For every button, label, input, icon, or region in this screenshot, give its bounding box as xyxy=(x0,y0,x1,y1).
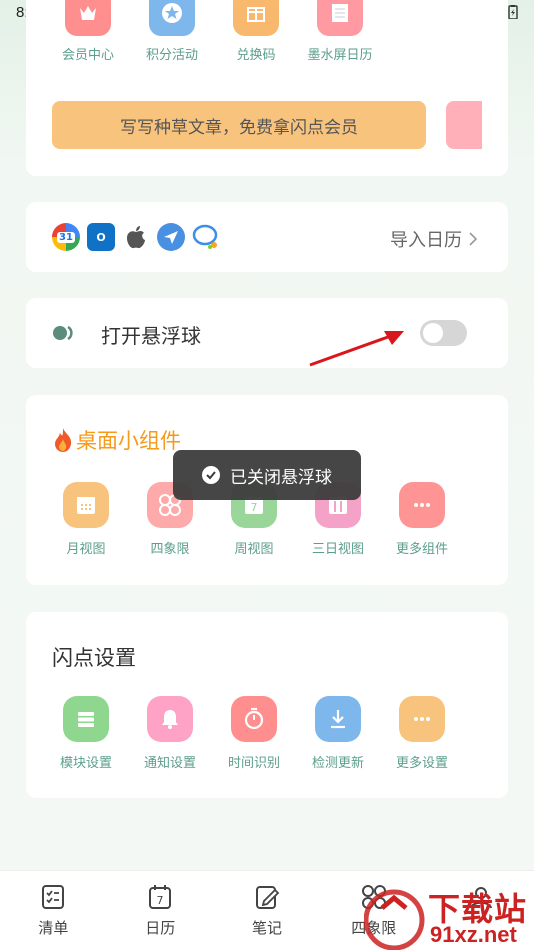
chat-icon xyxy=(192,223,220,251)
points-activity-label: 积分活动 xyxy=(145,48,198,63)
widgets-title: 桌面小组件 xyxy=(52,425,181,455)
check-update-label: 检测更新 xyxy=(311,756,364,771)
float-ball-icon xyxy=(53,325,73,341)
notification-settings-button[interactable]: 通知设置 xyxy=(128,696,212,771)
float-ball-label: 打开悬浮球 xyxy=(101,324,201,348)
widget-quadrant-label: 四象限 xyxy=(150,542,190,557)
module-settings-label: 模块设置 xyxy=(59,756,112,771)
calendar-import-card[interactable]: 31 O 导入日历 xyxy=(26,202,508,272)
widget-more-button[interactable]: 更多组件 xyxy=(380,482,464,557)
toast: 已关闭悬浮球 xyxy=(173,450,361,500)
check-icon xyxy=(202,466,220,484)
download-icon xyxy=(315,696,361,742)
calendar-icon: 7 xyxy=(149,885,172,909)
google-calendar-day: 31 xyxy=(57,231,75,243)
battery-icon xyxy=(508,5,518,19)
note-icon xyxy=(255,886,280,909)
checklist-icon xyxy=(42,885,65,909)
promo-banner[interactable]: 写写种草文章，免费拿闪点会员 xyxy=(52,101,426,149)
redeem-code-button[interactable]: 兑换码 xyxy=(214,0,298,63)
week-view-day: 7 xyxy=(251,501,258,514)
more-icon xyxy=(399,696,445,742)
member-icon xyxy=(65,0,111,36)
stopwatch-icon xyxy=(231,696,277,742)
gift-icon xyxy=(233,0,279,36)
outlook-icon: O xyxy=(87,223,115,251)
settings-card: 闪点设置 模块设置 通知设置 时间识别 检测更新 更多设置 xyxy=(26,612,508,798)
google-calendar-icon: 31 xyxy=(52,223,80,251)
top-shortcuts: 会员中心 积分活动 兑换码 墨水屏日历 xyxy=(46,0,382,63)
more-settings-button[interactable]: 更多设置 xyxy=(380,696,464,771)
redeem-code-label: 兑换码 xyxy=(236,48,276,63)
toast-text: 已关闭悬浮球 xyxy=(230,467,332,488)
bell-icon xyxy=(147,696,193,742)
chevron-right-icon xyxy=(469,232,478,246)
notification-settings-label: 通知设置 xyxy=(143,756,196,771)
settings-row: 模块设置 通知设置 时间识别 检测更新 更多设置 xyxy=(44,696,464,771)
vip-card: 会员中心 积分活动 兑换码 墨水屏日历 写写种草文章，免费拿闪点会员 xyxy=(26,0,508,176)
eink-calendar-icon xyxy=(317,0,363,36)
member-center-button[interactable]: 会员中心 xyxy=(46,0,130,63)
nav-notes[interactable]: 笔记 xyxy=(214,871,321,950)
points-activity-button[interactable]: 积分活动 xyxy=(130,0,214,63)
fire-icon xyxy=(55,428,72,452)
float-ball-card: 打开悬浮球 xyxy=(26,298,508,368)
member-center-label: 会员中心 xyxy=(61,48,114,63)
calendar-source-icons: 31 O xyxy=(52,223,220,251)
eink-calendar-button[interactable]: 墨水屏日历 xyxy=(298,0,382,63)
nav-checklist[interactable]: 清单 xyxy=(0,871,107,950)
module-settings-icon xyxy=(63,696,109,742)
star-icon xyxy=(149,0,195,36)
toggle-knob xyxy=(423,323,443,343)
float-ball-toggle[interactable] xyxy=(420,320,467,346)
widget-month-view-button[interactable]: 月视图 xyxy=(44,482,128,557)
nav-notes-label: 笔记 xyxy=(251,919,282,937)
nav-calendar-label: 日历 xyxy=(145,919,176,937)
module-settings-button[interactable]: 模块设置 xyxy=(44,696,128,771)
nav-checklist-label: 清单 xyxy=(38,919,69,937)
widgets-title-text: 桌面小组件 xyxy=(76,429,181,453)
eink-calendar-label: 墨水屏日历 xyxy=(307,48,373,63)
check-update-button[interactable]: 检测更新 xyxy=(296,696,380,771)
widget-week-view-label: 周视图 xyxy=(234,542,274,557)
import-calendar-link[interactable]: 导入日历 xyxy=(390,226,478,252)
nav-calendar[interactable]: 7 日历 xyxy=(107,871,214,950)
widget-three-day-view-label: 三日视图 xyxy=(311,542,364,557)
more-settings-label: 更多设置 xyxy=(395,756,448,771)
nav-calendar-day: 7 xyxy=(157,894,164,907)
widget-month-view-label: 月视图 xyxy=(66,542,106,557)
watermark-url: 91xz.net xyxy=(430,922,517,947)
apple-icon xyxy=(122,223,150,251)
month-view-icon xyxy=(63,482,109,528)
annotation-arrow xyxy=(309,331,404,367)
time-recognition-label: 时间识别 xyxy=(227,756,280,771)
more-icon xyxy=(399,482,445,528)
promo-banner-next[interactable] xyxy=(446,101,482,149)
lark-icon xyxy=(157,223,185,251)
import-calendar-label: 导入日历 xyxy=(390,230,462,251)
time-recognition-button[interactable]: 时间识别 xyxy=(212,696,296,771)
settings-title: 闪点设置 xyxy=(52,646,136,670)
widget-more-label: 更多组件 xyxy=(395,542,448,557)
